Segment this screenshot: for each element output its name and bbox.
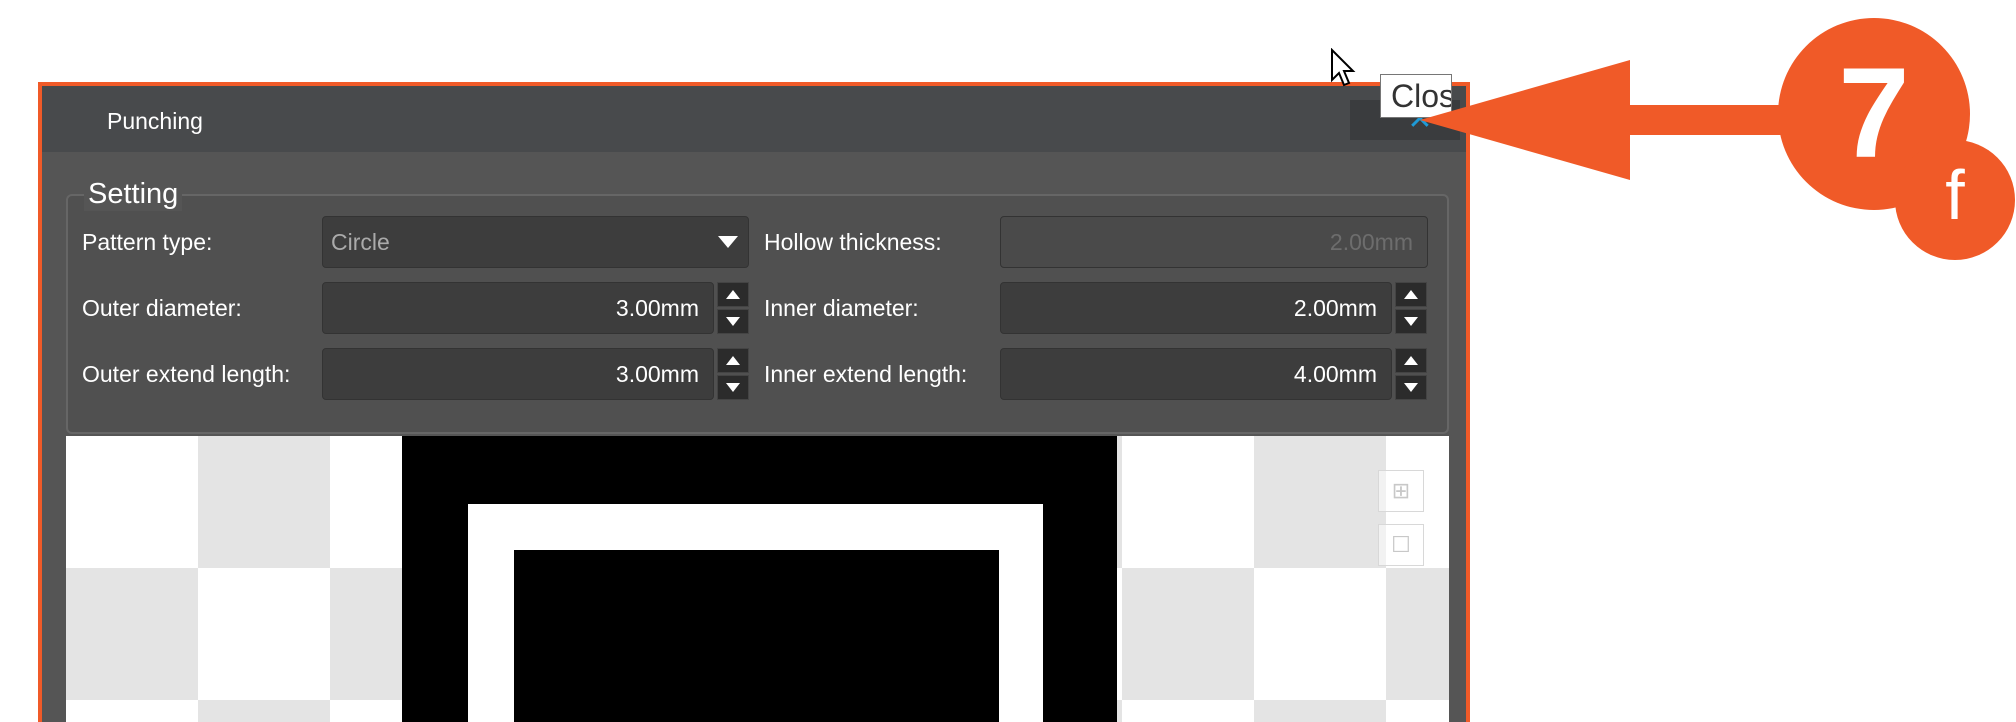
outer-extend-length-label: Outer extend length:	[82, 361, 291, 387]
outer-extend-length-stepper[interactable]	[717, 348, 749, 400]
pattern-type-label: Pattern type:	[82, 229, 213, 255]
inner-extend-length-label: Inner extend length:	[764, 361, 968, 387]
square-icon[interactable]: ☐	[1378, 524, 1424, 566]
callout-arrow-icon	[1420, 60, 1800, 180]
chevron-down-icon	[718, 236, 738, 248]
inner-diameter-stepper[interactable]	[1395, 282, 1427, 334]
hollow-thickness-field: 2.00mm	[1000, 216, 1428, 268]
inner-diameter-label: Inner diameter:	[764, 295, 919, 321]
setting-group-label: Setting	[84, 178, 183, 211]
pattern-type-value: Circle	[331, 229, 390, 255]
outer-extend-length-field[interactable]: 3.00mm	[322, 348, 714, 400]
increment-icon[interactable]	[1395, 348, 1427, 373]
decrement-icon[interactable]	[1395, 309, 1427, 334]
increment-icon[interactable]	[717, 348, 749, 373]
hollow-thickness-label: Hollow thickness:	[764, 229, 942, 255]
mouse-cursor-icon	[1331, 48, 1356, 87]
increment-icon[interactable]	[1395, 282, 1427, 307]
dialog-titlebar[interactable]: Punching ✕	[42, 86, 1466, 152]
inner-diameter-field[interactable]: 2.00mm	[1000, 282, 1392, 334]
grid-icon[interactable]: ⊞	[1378, 470, 1424, 512]
decrement-icon[interactable]	[1395, 375, 1427, 400]
inner-shape	[514, 550, 999, 722]
decrement-icon[interactable]	[717, 309, 749, 334]
outer-diameter-stepper[interactable]	[717, 282, 749, 334]
inner-extend-length-field[interactable]: 4.00mm	[1000, 348, 1392, 400]
increment-icon[interactable]	[717, 282, 749, 307]
punching-dialog: Punching ✕ Setting Pattern type: Circle …	[38, 82, 1470, 722]
pattern-preview[interactable]: ⊞ ☐	[66, 436, 1449, 722]
step-sub-badge: f	[1895, 140, 2015, 260]
pattern-type-select[interactable]: Circle	[322, 216, 749, 268]
outer-diameter-label: Outer diameter:	[82, 295, 242, 321]
inner-extend-length-stepper[interactable]	[1395, 348, 1427, 400]
outer-diameter-field[interactable]: 3.00mm	[322, 282, 714, 334]
dialog-title: Punching	[107, 108, 203, 134]
decrement-icon[interactable]	[717, 375, 749, 400]
